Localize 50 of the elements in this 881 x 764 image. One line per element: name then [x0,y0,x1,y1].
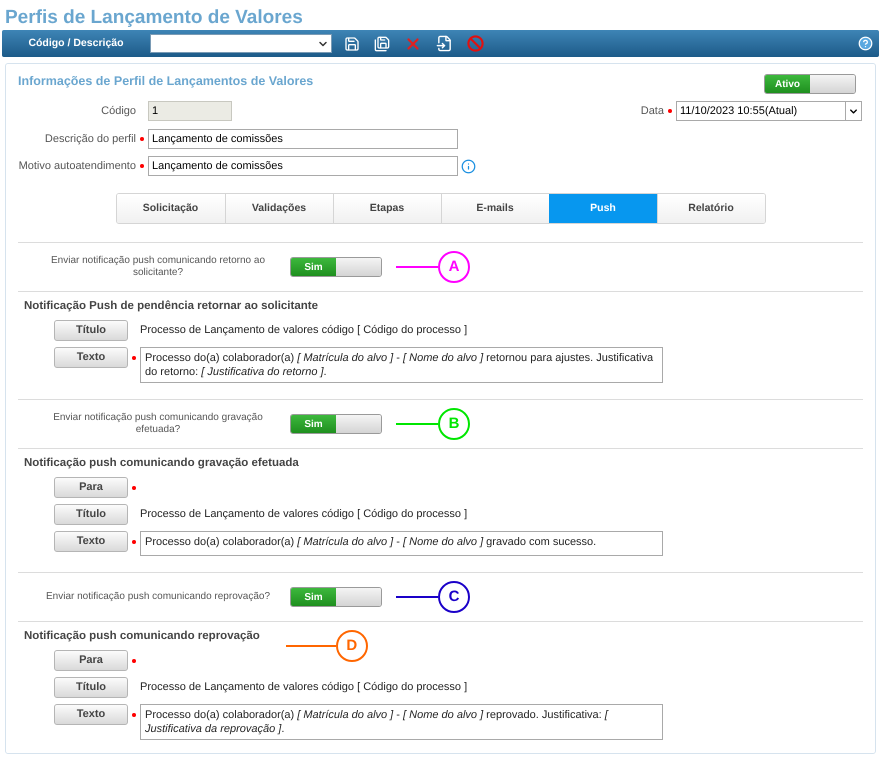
tab[interactable]: Relatório [656,194,764,223]
notification-title: Processo de Lançamento de valores código [ Código do processo ] [140,680,468,695]
tab[interactable]: Etapas [332,194,440,223]
toggle-label: Enviar notificação push comunicando retorno ao solicitante? [50,255,266,279]
field-button[interactable]: Texto [54,531,128,552]
page-title: Perfis de Lançamento de Valores [4,6,304,30]
field-label: Descrição do perfil [44,132,136,147]
date-select[interactable]: 11/10/2023 10:55(Atual) [676,101,862,121]
field-label: Código [100,104,136,119]
field-button[interactable]: Título [54,677,128,698]
notification-title: Processo de Lançamento de valores código [ Código do processo ] [140,507,468,522]
callout-marker: A [438,251,470,283]
search-dropdown[interactable] [150,34,332,53]
panel-title: Informações de Perfil de Lançamentos de Valores [18,73,314,90]
callout-line [396,596,438,598]
section-heading: Notificação Push de pendência retornar ao solicitante [24,299,318,314]
info-icon[interactable] [461,158,476,174]
notification-text-box[interactable]: Processo do(a) colaborador(a) [ Matrícula do alvo ] - [ Nome do alvo ] gravado com sucesso. [140,531,663,556]
notification-text-box[interactable]: Processo do(a) colaborador(a) [ Matrícula do alvo ] - [ Nome do alvo ] reprovado. Justificativa: [ Justificativa da reprovação ]. [140,704,663,740]
toggle-label: Enviar notificação push comunicando reprovação? [44,591,272,603]
field-label: Motivo autoatendimento [18,158,136,174]
field-label: Data [640,104,664,119]
notification-title: Processo de Lançamento de valores código [ Código do processo ] [140,323,468,338]
save-all-icon[interactable] [374,36,390,52]
field-button[interactable]: Título [54,504,128,525]
description-field[interactable]: Lançamento de comissões [148,129,458,149]
section-heading: Notificação push comunicando reprovação [24,629,260,644]
field-button[interactable]: Para [54,650,128,671]
toolbar-label: Código / Descrição [27,36,125,51]
save-icon[interactable] [344,36,360,52]
callout-line [396,266,438,268]
tab[interactable]: E-mails [440,194,548,223]
tab[interactable]: Validações [224,194,332,223]
toggle-label: Enviar notificação push comunicando gravação efetuada? [52,412,264,436]
field-button[interactable]: Para [54,477,128,498]
reason-field[interactable]: Lançamento de comissões [148,156,458,176]
help-icon[interactable] [858,36,873,51]
field-button[interactable]: Texto [54,347,128,368]
callout-line [286,645,336,647]
code-field: 1 [148,101,232,121]
document-icon[interactable] [436,35,453,52]
notification-text-box[interactable]: Processo do(a) colaborador(a) [ Matrícula do alvo ] - [ Nome do alvo ] retornou para ajustes. Justificativa do retorno: [ Justificativa do retorno ]. [140,347,663,383]
callout-marker: C [438,581,470,613]
field-button[interactable]: Título [54,320,128,341]
callout-marker: B [438,408,470,440]
tab[interactable]: Solicitação [116,194,224,223]
callout-line [396,423,438,425]
field-button[interactable]: Texto [54,704,128,725]
callout-marker: D [336,630,368,662]
section-heading: Notificação push comunicando gravação efetuada [24,456,299,472]
